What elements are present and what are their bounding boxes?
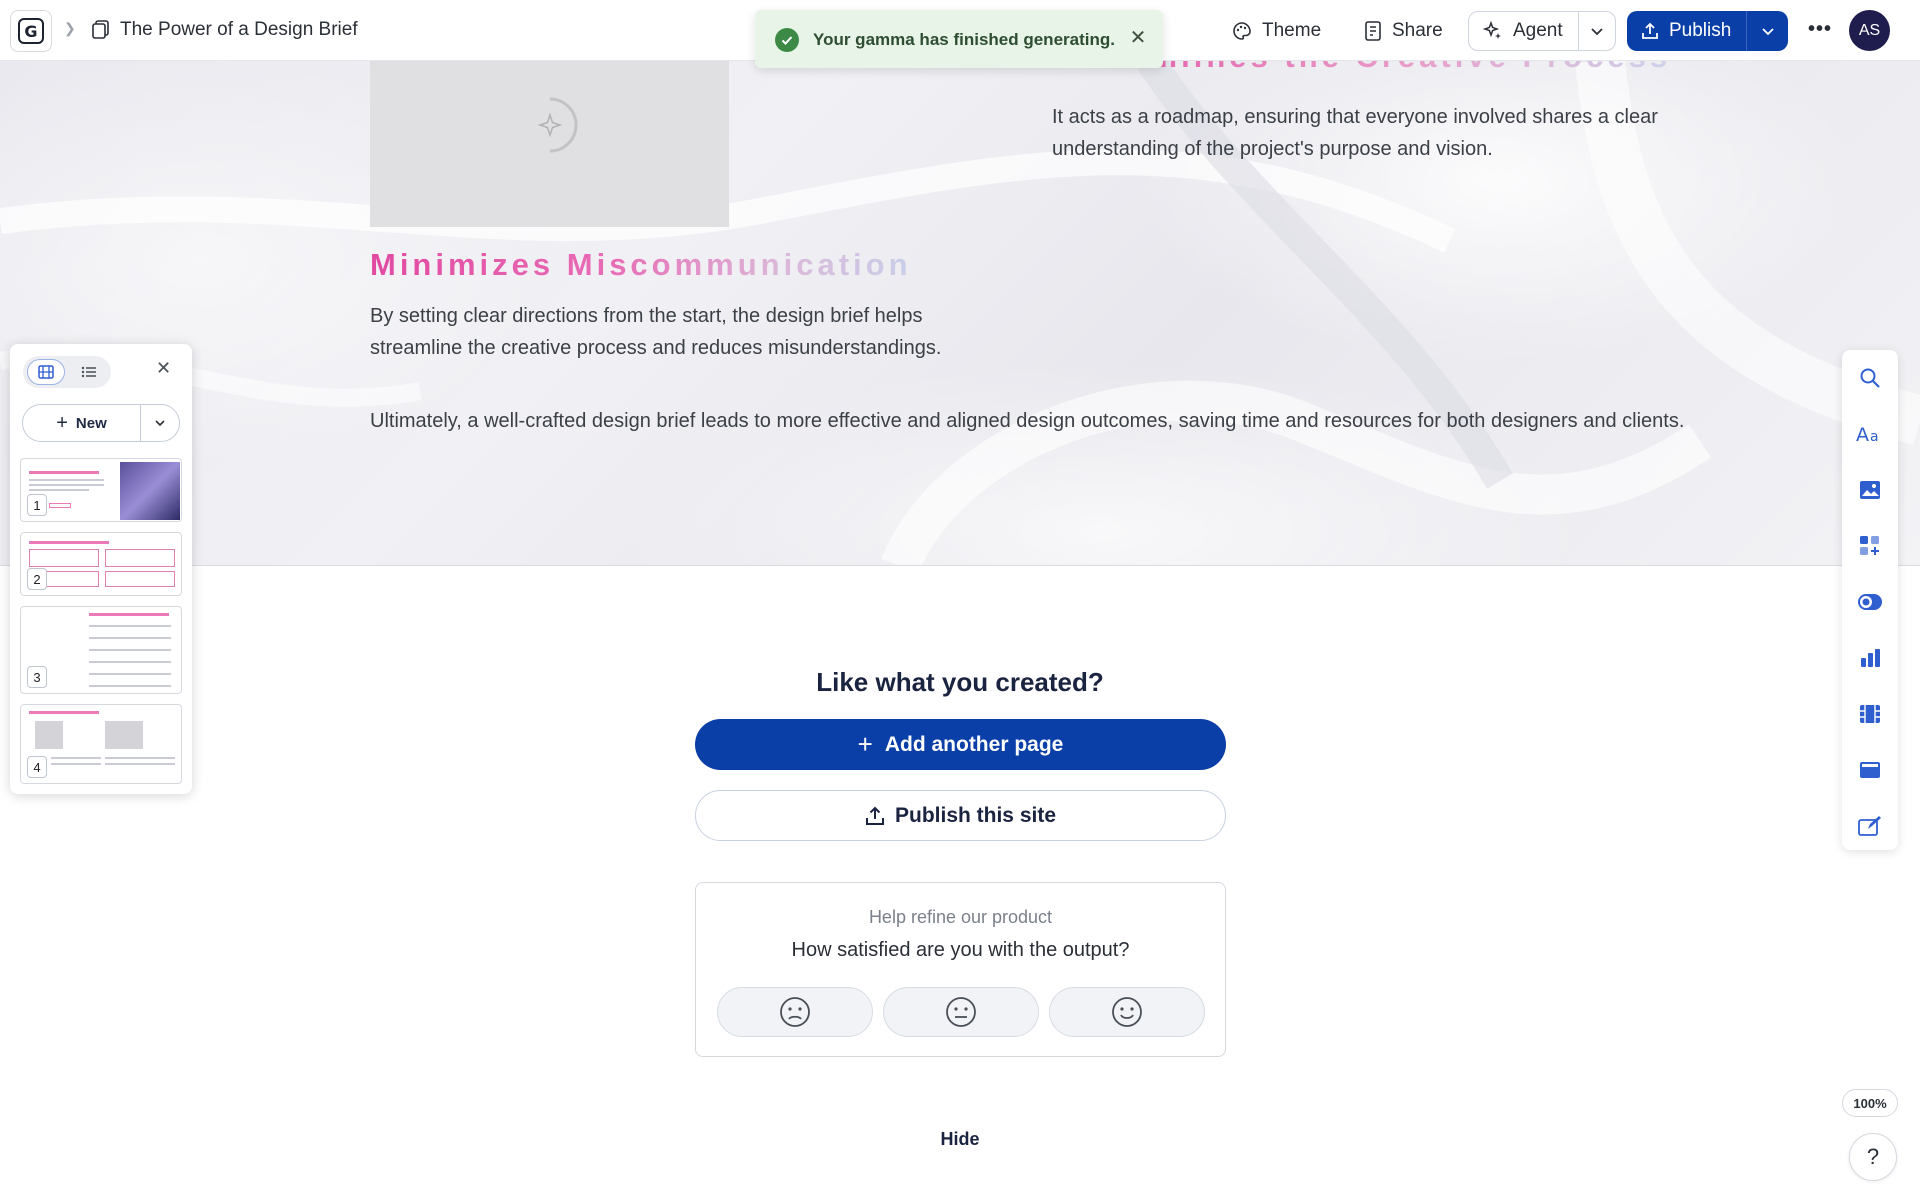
add-another-page-button[interactable]: + Add another page <box>695 719 1226 770</box>
thumb-number: 2 <box>27 568 47 590</box>
toggle-icon[interactable] <box>1856 588 1884 616</box>
thumbnail-page-4[interactable]: 4 <box>20 704 182 784</box>
publish-button[interactable]: Publish <box>1627 11 1747 51</box>
thumb-image <box>120 462 180 520</box>
chevron-down-icon <box>1591 28 1603 36</box>
heading-minimizes[interactable]: Minimizes Miscommunication <box>370 247 912 283</box>
chevron-right-icon: ❯ <box>64 20 76 36</box>
more-options-icon[interactable]: ••• <box>1808 18 1832 41</box>
chart-icon[interactable] <box>1856 644 1884 672</box>
help-button[interactable]: ? <box>1849 1133 1897 1181</box>
thumb-number: 4 <box>27 756 47 778</box>
plus-icon: + <box>857 729 873 759</box>
new-label: New <box>75 414 107 432</box>
thumb-image-placeholder <box>105 721 143 749</box>
upload-icon <box>865 806 884 825</box>
doc-title[interactable]: The Power of a Design Brief <box>120 19 358 41</box>
share-icon <box>1365 21 1381 41</box>
thumb-title-line <box>29 471 99 474</box>
thumb-number: 3 <box>27 666 47 688</box>
svg-text:a: a <box>1870 429 1879 445</box>
thumbnail-page-2[interactable]: 2 <box>20 532 182 596</box>
list-view-icon[interactable] <box>71 359 107 385</box>
svg-text:A: A <box>1856 424 1869 445</box>
rating-unhappy-button[interactable] <box>717 987 873 1037</box>
gamma-logo-icon[interactable]: G <box>10 10 52 52</box>
publish-site-label: Publish this site <box>894 803 1057 827</box>
theme-label: Theme <box>1262 20 1322 41</box>
document-icon <box>92 20 109 39</box>
svg-text:G: G <box>24 22 37 41</box>
page-thumbnails-panel: ✕ + New 1 2 3 4 <box>10 344 192 794</box>
publish-dropdown[interactable] <box>1747 11 1788 51</box>
thumbnail-view-icon[interactable] <box>27 359 65 385</box>
rating-happy-button[interactable] <box>1049 987 1205 1037</box>
new-page-button[interactable]: + New <box>23 405 141 441</box>
add-block-icon[interactable] <box>1856 532 1884 560</box>
thumb-image-placeholder <box>35 721 63 749</box>
paragraph-conclusion[interactable]: Ultimately, a well-crafted design brief … <box>370 405 1690 437</box>
agent-button-group: Agent <box>1468 11 1616 51</box>
agent-dropdown[interactable] <box>1579 12 1615 50</box>
survey-question: How satisfied are you with the output? <box>791 939 1130 961</box>
hide-link[interactable]: Hide <box>0 1129 1920 1150</box>
rating-neutral-button[interactable] <box>883 987 1039 1037</box>
thumbnail-page-3[interactable]: 3 <box>20 606 182 694</box>
agent-label: Agent <box>1513 20 1563 41</box>
sparkle-icon <box>1483 21 1501 39</box>
new-page-dropdown[interactable] <box>141 405 179 441</box>
survey-subtitle: Help refine our product <box>868 907 1053 927</box>
feedback-survey: Help refine our product How satisfied ar… <box>695 882 1226 1057</box>
share-button[interactable]: Share <box>1364 13 1443 49</box>
slide-canvas: Streamlines the Creative Process It acts… <box>0 61 1920 566</box>
plus-icon: + <box>56 411 68 434</box>
loading-spinner-icon <box>537 97 578 153</box>
close-icon[interactable]: ✕ <box>1127 27 1149 49</box>
cta-title: Like what you created? <box>816 667 1104 697</box>
right-toolbar: Aa <box>1842 350 1898 850</box>
paragraph-streamlines[interactable]: It acts as a roadmap, ensuring that ever… <box>1052 101 1712 165</box>
text-style-icon[interactable]: Aa <box>1856 420 1884 448</box>
publish-site-button[interactable]: Publish this site <box>695 790 1226 841</box>
zoom-level[interactable]: 100% <box>1842 1089 1898 1117</box>
sad-face-icon <box>780 997 810 1027</box>
video-icon[interactable] <box>1856 700 1884 728</box>
new-page-button-group: + New <box>22 404 180 442</box>
toast-notification: Your gamma has finished generating. ✕ <box>755 10 1163 68</box>
thumbnail-page-1[interactable]: 1 <box>20 458 182 522</box>
card-layout-icon[interactable] <box>1856 756 1884 784</box>
publish-label: Publish <box>1669 20 1732 41</box>
close-panel-icon[interactable]: ✕ <box>156 358 171 379</box>
upload-icon <box>1642 22 1658 39</box>
neutral-face-icon <box>946 997 976 1027</box>
thumb-number: 1 <box>27 494 47 516</box>
search-icon[interactable] <box>1856 364 1884 392</box>
chevron-down-icon <box>1761 28 1774 36</box>
happy-face-icon <box>1112 997 1142 1027</box>
add-page-label: Add another page <box>884 732 1064 756</box>
share-label: Share <box>1392 20 1443 41</box>
image-icon[interactable] <box>1856 476 1884 504</box>
publish-button-group: Publish <box>1627 11 1788 51</box>
edit-icon[interactable] <box>1856 812 1884 840</box>
agent-button[interactable]: Agent <box>1469 12 1579 50</box>
avatar[interactable]: AS <box>1849 10 1890 51</box>
paragraph-minimizes[interactable]: By setting clear directions from the sta… <box>370 300 1000 364</box>
palette-icon <box>1233 22 1251 40</box>
theme-button[interactable]: Theme <box>1232 13 1321 49</box>
toast-message: Your gamma has finished generating. <box>813 30 1115 49</box>
check-circle-icon <box>775 28 799 52</box>
chevron-down-icon <box>155 420 165 427</box>
view-toggle <box>23 356 111 388</box>
